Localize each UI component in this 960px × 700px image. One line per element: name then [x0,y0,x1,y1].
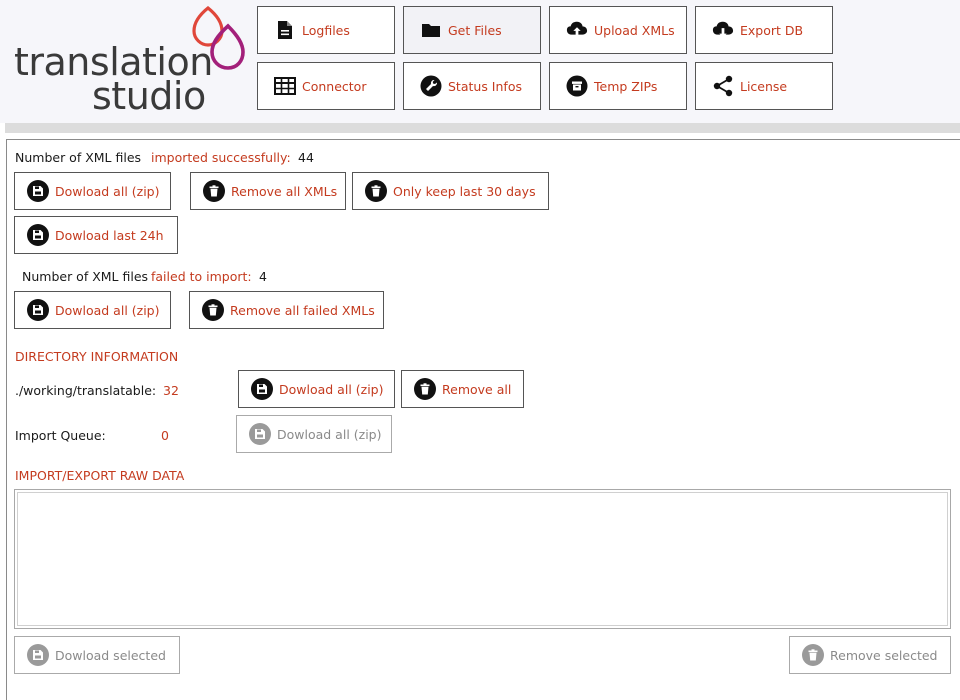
translatable-download-all-label: Dowload all (zip) [279,381,384,397]
imported-download-all-label: Dowload all (zip) [55,183,160,199]
save-icon [27,644,49,666]
remove-selected-label: Remove selected [830,647,938,663]
trash-icon [414,378,436,400]
save-icon [27,299,49,321]
share-icon [712,75,734,97]
translatable-count: 32 [163,383,179,398]
nav-temp-zips-label: Temp ZIPs [594,78,658,94]
remove-all-failed-xmls-label: Remove all failed XMLs [230,302,375,318]
file-icon [274,19,296,41]
keep-last-30-days-button[interactable]: Only keep last 30 days [352,172,549,210]
archive-icon [566,75,588,97]
nav-get-files-button[interactable]: Get Files [403,6,541,54]
nav-get-files-label: Get Files [448,22,502,38]
import-queue-download-all-button[interactable]: Dowload all (zip) [236,415,392,453]
remove-selected-button[interactable]: Remove selected [789,636,951,674]
import-queue-count: 0 [161,428,169,443]
nav-export-db-button[interactable]: Export DB [695,6,833,54]
download-selected-button[interactable]: Dowload selected [14,636,180,674]
imported-status: imported successfully: [151,150,291,165]
save-icon [27,224,49,246]
failed-download-all-button[interactable]: Dowload all (zip) [14,291,171,329]
import-queue-download-all-label: Dowload all (zip) [277,426,382,442]
cloud-upload-icon [566,19,588,41]
save-icon [249,423,271,445]
nav-logfiles-button[interactable]: Logfiles [257,6,395,54]
nav-temp-zips-button[interactable]: Temp ZIPs [549,62,687,110]
save-icon [251,378,273,400]
cloud-download-icon [712,19,734,41]
folder-icon [420,19,442,41]
import-queue-label: Import Queue: [15,428,106,443]
directory-heading: DIRECTORY INFORMATION [15,349,179,364]
remove-all-xmls-button[interactable]: Remove all XMLs [190,172,346,210]
trash-icon [202,299,224,321]
nav-export-db-label: Export DB [740,22,804,38]
trash-icon [365,180,387,202]
translatable-download-all-button[interactable]: Dowload all (zip) [238,370,395,408]
imported-download-all-button[interactable]: Dowload all (zip) [14,172,171,210]
nav-logfiles-label: Logfiles [302,22,350,38]
trash-icon [203,180,225,202]
remove-all-failed-xmls-button[interactable]: Remove all failed XMLs [189,291,384,329]
nav-upload-xmls-button[interactable]: Upload XMLs [549,6,687,54]
nav-status-infos-button[interactable]: Status Infos [403,62,541,110]
nav-license-button[interactable]: License [695,62,833,110]
header: translation studio Logfiles Get Files Up… [0,0,960,123]
translatable-remove-all-label: Remove all [442,381,512,397]
translation-studio-logo: translation studio [10,4,250,118]
failed-status: failed to import: [151,269,252,284]
raw-data-heading: IMPORT/EXPORT RAW DATA [15,468,185,483]
nav-connector-label: Connector [302,78,367,94]
table-icon [274,75,296,97]
failed-label: Number of XML files [22,269,149,284]
wrench-icon [420,75,442,97]
raw-data-textarea-frame [14,489,951,629]
download-last-24h-label: Dowload last 24h [55,227,164,243]
translatable-label: ./working/translatable: [15,383,157,398]
imported-label: Number of XML files [15,150,142,165]
imported-count: 44 [298,150,314,165]
header-divider [5,123,960,133]
nav-upload-xmls-label: Upload XMLs [594,22,675,38]
nav-license-label: License [740,78,788,94]
logo-text-studio: studio [92,74,206,118]
failed-download-all-label: Dowload all (zip) [55,302,160,318]
save-icon [27,180,49,202]
download-selected-label: Dowload selected [55,647,166,663]
nav-connector-button[interactable]: Connector [257,62,395,110]
translatable-remove-all-button[interactable]: Remove all [401,370,524,408]
remove-all-xmls-label: Remove all XMLs [231,183,338,199]
failed-count: 4 [259,269,267,284]
keep-last-30-days-label: Only keep last 30 days [393,183,536,199]
trash-icon [802,644,824,666]
download-last-24h-button[interactable]: Dowload last 24h [14,216,178,254]
nav-status-infos-label: Status Infos [448,78,522,94]
raw-data-textarea[interactable] [17,492,948,626]
